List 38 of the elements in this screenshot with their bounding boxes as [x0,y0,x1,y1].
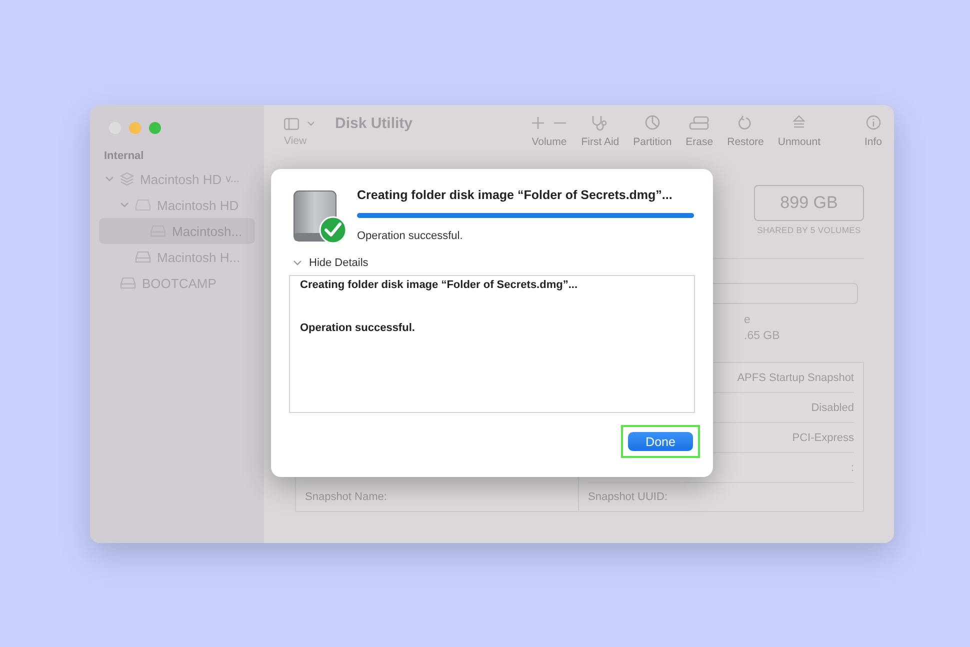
drive-icon [689,116,710,130]
dialog-title: Creating folder disk image “Folder of Secrets.dmg”... [357,188,674,202]
table-cell: Snapshot Name: [305,491,387,503]
table-cell: : [850,462,854,474]
window-title: Disk Utility [335,114,413,132]
restore-icon [738,115,752,130]
done-button[interactable]: Done [628,432,693,451]
layers-icon [120,172,134,186]
toolbar-button[interactable]: Unmount [778,114,820,148]
status-text: Operation successful. [357,230,464,242]
table-cell: Snapshot UUID: [588,491,668,503]
toolbar-button[interactable]: Erase [686,114,714,148]
drive-icon [135,251,151,263]
disclosure-button[interactable]: Hide Details [289,257,368,269]
window-control-dot[interactable] [129,122,141,134]
table-cell: APFS Startup Snapshot [737,372,854,384]
toolbar-button[interactable]: Partition [633,114,672,148]
plus-minus-icon [531,116,568,130]
eject-icon [792,115,806,130]
toolbar-button[interactable]: Restore [727,114,764,148]
sidebar-icon [284,118,299,130]
toolbar-button[interactable]: Volume [531,114,568,148]
pie-chart-icon [644,115,660,130]
log-line: Creating folder disk image “Folder of Secrets.dmg”... [300,279,579,291]
window-control-dot[interactable] [149,122,161,134]
table-cell: PCI-Express [792,432,854,444]
stethoscope-icon [591,114,610,130]
toolbar-button[interactable]: Info [864,114,882,148]
toolbar-button[interactable]: First Aid [581,114,620,148]
chevron-icon[interactable] [120,202,129,208]
table-cell: Disabled [811,402,854,414]
info-icon [866,115,881,130]
capacity-box: 899 GB [754,185,864,221]
chevron-icon[interactable] [105,176,114,182]
log-line: Operation successful. [300,322,416,334]
section-heading: Internal [103,150,145,162]
chevron-icon [307,121,315,126]
drive-icon [120,277,136,289]
